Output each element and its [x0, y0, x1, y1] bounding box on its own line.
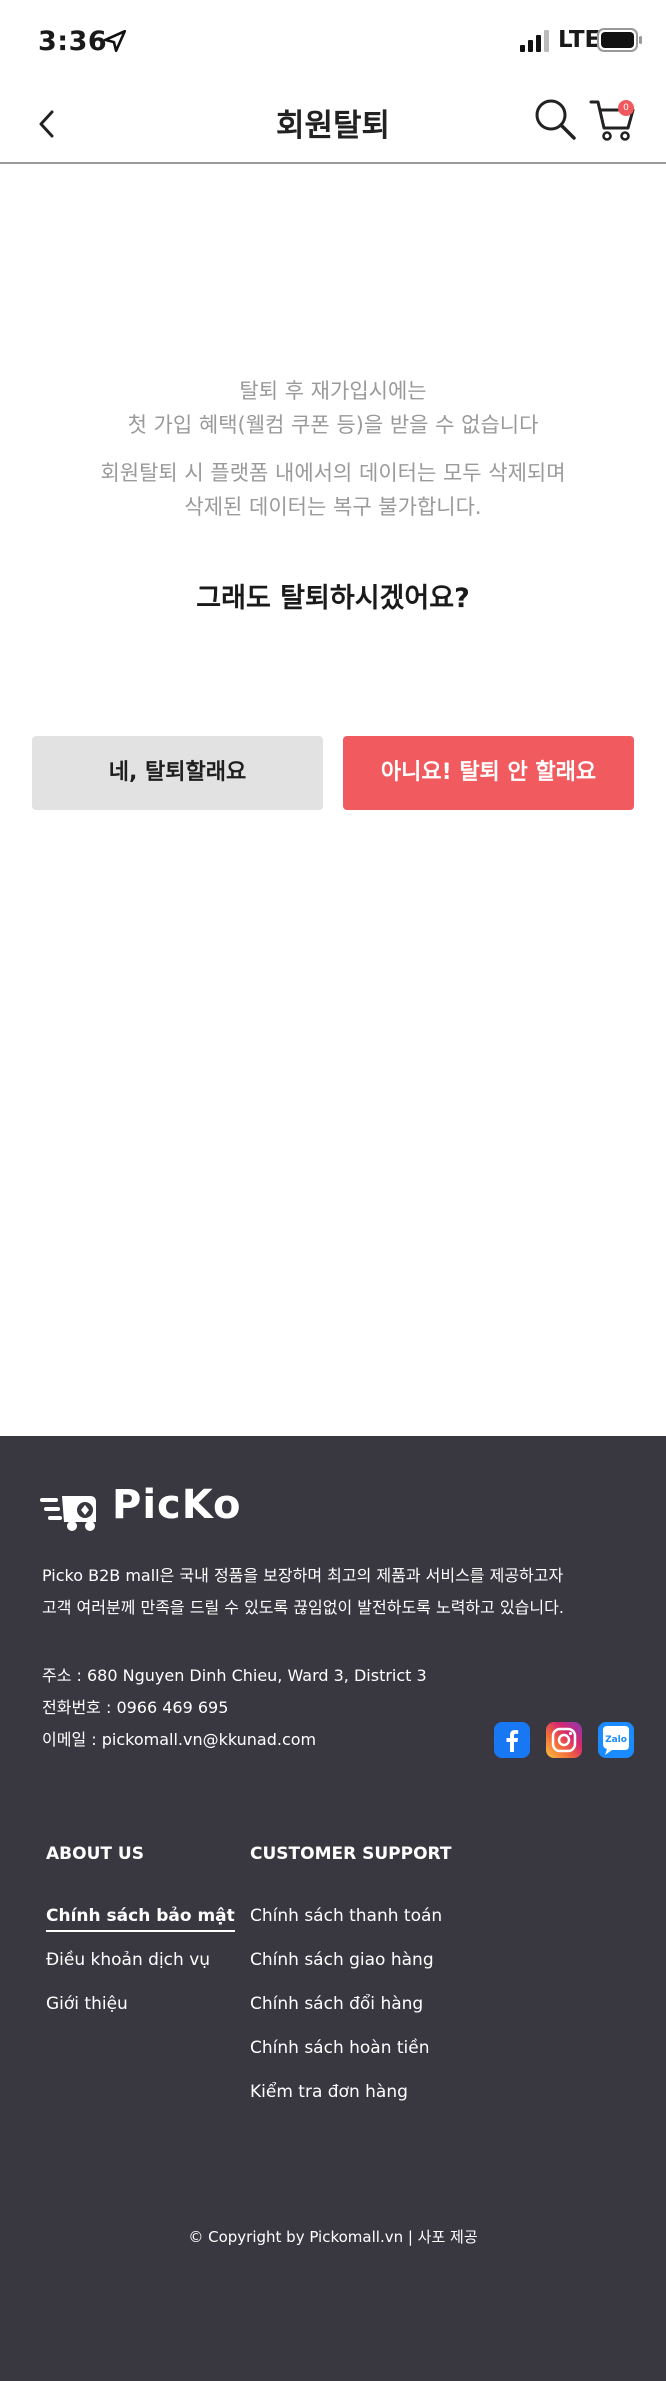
email-text: 이메일 : pickomall.vn@kkunad.com — [42, 1730, 317, 1749]
status-time: 3:36 — [38, 26, 108, 57]
rejoin-notice-line1: 탈퇴 후 재가입시에는 — [239, 379, 427, 403]
cancel-withdraw-button[interactable]: 아니요! 탈퇴 안 할래요 — [343, 736, 634, 810]
footer-link-refund[interactable]: Chính sách hoàn tiền — [250, 2038, 430, 2058]
copyright-text: © Copyright by Pickomall.vn | 사포 제공 — [188, 2228, 478, 2246]
brand-name: PicKo — [112, 1482, 242, 1528]
facebook-icon[interactable] — [494, 1722, 530, 1758]
network-label: LTE — [558, 27, 601, 53]
phone-text: 전화번호 : 0966 469 695 — [42, 1698, 229, 1717]
company-description-line2: 고객 여러분께 만족을 드릴 수 있도록 끊임없이 발전하도록 노력하고 있습니… — [42, 1598, 564, 1617]
site-footer: PicKo Picko B2B mall은 국내 정품을 보장하며 최고의 제품… — [0, 1436, 666, 2381]
customer-support-title: CUSTOMER SUPPORT — [250, 1844, 452, 1864]
footer-link-privacy[interactable]: Chính sách bảo mật — [46, 1906, 235, 1932]
location-arrow-icon — [103, 29, 127, 53]
footer-link-exchange[interactable]: Chính sách đổi hàng — [250, 1994, 423, 2014]
footer-link-about[interactable]: Giới thiệu — [46, 1994, 128, 2014]
search-icon[interactable] — [532, 96, 578, 142]
confirm-withdraw-button[interactable]: 네, 탈퇴할래요 — [32, 736, 323, 810]
company-description-line1: Picko B2B mall은 국내 정품을 보장하며 최고의 제품과 서비스를… — [42, 1566, 564, 1585]
address-text: 주소 : 680 Nguyen Dinh Chieu, Ward 3, Dist… — [42, 1666, 427, 1685]
zalo-label: Zalo — [605, 1735, 627, 1745]
contact-info: 주소 : 680 Nguyen Dinh Chieu, Ward 3, Dist… — [42, 1660, 427, 1756]
battery-icon — [597, 28, 642, 52]
data-deletion-line2: 삭제된 데이터는 복구 불가합니다. — [184, 495, 482, 519]
confirm-question: 그래도 탈퇴하시겠어요? — [196, 583, 470, 614]
footer-link-payment[interactable]: Chính sách thanh toán — [250, 1906, 442, 1926]
rejoin-notice-line2: 첫 가입 혜택(웰컴 쿠폰 등)을 받을 수 없습니다 — [127, 413, 539, 437]
signal-icon — [520, 30, 549, 52]
cart-count-badge: 0 — [618, 100, 634, 116]
data-deletion-line1: 회원탈퇴 시 플랫폼 내에서의 데이터는 모두 삭제되며 — [100, 461, 566, 485]
footer-link-shipping[interactable]: Chính sách giao hàng — [250, 1950, 434, 1970]
data-deletion-notice: 회원탈퇴 시 플랫폼 내에서의 데이터는 모두 삭제되며 삭제된 데이터는 복구… — [0, 456, 666, 524]
about-us-title: ABOUT US — [46, 1844, 144, 1864]
company-description: Picko B2B mall은 국내 정품을 보장하며 최고의 제품과 서비스를… — [42, 1560, 564, 1624]
footer-link-order-check[interactable]: Kiểm tra đơn hàng — [250, 2082, 408, 2102]
rejoin-notice: 탈퇴 후 재가입시에는 첫 가입 혜택(웰컴 쿠폰 등)을 받을 수 없습니다 — [0, 374, 666, 442]
footer-link-terms[interactable]: Điều khoản dịch vụ — [46, 1950, 210, 1970]
app-header: 회원탈퇴 0 — [0, 84, 666, 164]
zalo-icon[interactable]: Zalo — [598, 1722, 634, 1758]
status-bar: 3:36 LTE — [0, 0, 666, 84]
instagram-icon[interactable] — [546, 1722, 582, 1758]
